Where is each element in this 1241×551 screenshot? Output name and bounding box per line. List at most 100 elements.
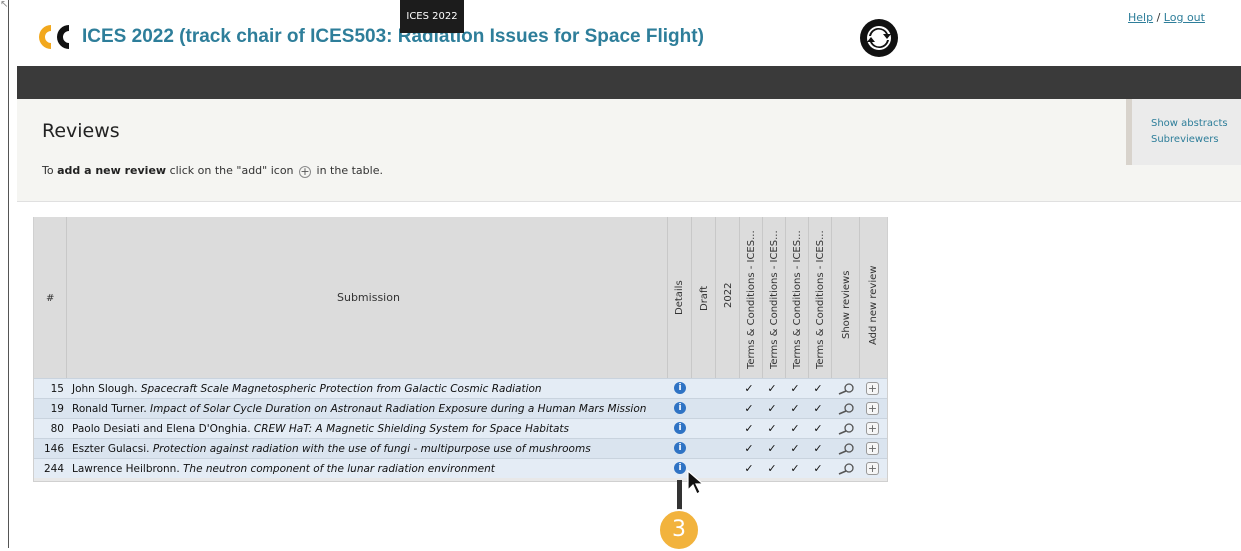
search-icon[interactable] [837,463,855,475]
search-icon[interactable] [837,383,855,395]
header-details: Details [668,217,692,378]
page-title: Reviews [42,120,120,142]
instructions: To add a new review click on the "add" i… [42,164,383,178]
check-icon: ✓ [744,442,754,455]
authors: Lawrence Heilbronn. [72,463,180,475]
check-icon: ✓ [767,422,777,435]
header-submission-label: Submission [337,291,400,304]
header-submission: Submission [67,217,668,378]
paper-title: Protection against radiation with the us… [152,443,591,455]
check-icon: ✓ [790,442,800,455]
header-num: # [34,217,67,378]
menu-events[interactable]: Events [222,0,267,33]
add-review-icon[interactable]: + [866,382,879,395]
header-add-new-review: Add new review [860,217,887,378]
header-add-new-review-label: Add new review [868,265,879,345]
top-links: Help / Log out [1128,11,1205,24]
menu-status[interactable]: Status [150,0,192,33]
search-icon[interactable] [837,423,855,435]
menu-submissions[interactable]: Submissions [19,0,89,33]
check-icon: ✓ [813,442,823,455]
annotation-line [677,480,682,510]
header-year: 2022 [716,217,740,378]
row-num: 80 [50,423,64,435]
mouse-cursor-icon [687,470,705,495]
menu-ices-2022[interactable]: ICES 2022 [400,0,464,33]
table-row: 244 Lawrence Heilbronn. The neutron comp… [34,458,887,478]
info-icon[interactable]: i [674,382,686,394]
header-terms-2-label: Terms & Conditions - ICES... [769,230,780,369]
submission-cell[interactable]: Ronald Turner. Impact of Solar Cycle Dur… [72,399,646,419]
logout-link[interactable]: Log out [1164,11,1205,24]
instr-post: in the table. [313,164,383,177]
instr-bold: add a new review [57,164,167,177]
instr-mid: click on the "add" icon [166,164,298,177]
paper-title: CREW HaT: A Magnetic Shielding System fo… [253,423,570,435]
paper-title: Impact of Solar Cycle Duration on Astron… [150,403,647,415]
main-menu-bar [17,66,1241,99]
search-icon[interactable] [837,443,855,455]
header-terms-1: Terms & Conditions - ICES... [740,217,763,378]
row-num: 19 [50,403,64,415]
header-draft-label: Draft [699,285,710,311]
check-icon: ✓ [813,422,823,435]
add-review-icon[interactable]: + [866,442,879,455]
check-icon: ✓ [767,442,777,455]
header-terms-4: Terms & Conditions - ICES... [809,217,832,378]
info-icon[interactable]: i [674,402,686,414]
submission-cell[interactable]: John Slough. Spacecraft Scale Magnetosph… [72,379,542,399]
submission-cell[interactable]: Eszter Gulacsi. Protection against radia… [72,439,591,459]
header-year-label: 2022 [723,282,734,308]
menu-reviews[interactable]: Reviews [93,0,145,33]
side-panel [1126,99,1241,165]
check-icon: ✓ [790,462,800,475]
authors: John Slough. [72,383,138,395]
menu-administration[interactable]: Administration [313,0,397,33]
show-abstracts-link[interactable]: Show abstracts [1151,118,1228,129]
submission-cell[interactable]: Paolo Desiati and Elena D'Onghia. CREW H… [72,419,569,439]
table-row: 19 Ronald Turner. Impact of Solar Cycle … [34,398,887,418]
check-icon: ✓ [790,402,800,415]
search-icon[interactable] [837,403,855,415]
check-icon: ✓ [744,462,754,475]
info-icon[interactable]: i [674,442,686,454]
menu-pc[interactable]: PC [196,0,218,33]
authors: Paolo Desiati and Elena D'Onghia. [72,423,251,435]
info-icon[interactable]: i [674,462,686,474]
submission-cell[interactable]: Lawrence Heilbronn. The neutron componen… [72,459,495,479]
menu-email[interactable]: Email [271,0,309,33]
table-row: 80 Paolo Desiati and Elena D'Onghia. CRE… [34,418,887,438]
step-badge: 3 [658,509,700,551]
check-icon: ✓ [790,382,800,395]
authors: Eszter Gulacsi. [72,443,150,455]
help-link[interactable]: Help [1128,11,1153,24]
check-icon: ✓ [744,382,754,395]
add-review-icon[interactable]: + [866,422,879,435]
header-terms-1-label: Terms & Conditions - ICES... [746,230,757,369]
check-icon: ✓ [767,382,777,395]
info-icon[interactable]: i [674,422,686,434]
check-icon: ✓ [767,462,777,475]
instr-pre: To [42,164,58,177]
table-row: 15 John Slough. Spacecraft Scale Magneto… [34,378,887,398]
conference-logo [860,19,898,57]
paper-title: Spacecraft Scale Magnetospheric Protecti… [140,383,542,395]
row-num: 15 [50,383,64,395]
header-details-label: Details [674,280,685,315]
row-num: 244 [43,463,64,475]
header-num-label: # [46,293,55,304]
check-icon: ✓ [744,402,754,415]
header-show-reviews-label: Show reviews [841,270,852,339]
check-icon: ✓ [813,382,823,395]
header-terms-4-label: Terms & Conditions - ICES... [815,230,826,369]
check-icon: ✓ [767,402,777,415]
add-review-icon[interactable]: + [866,462,879,475]
table-row: 146 Eszter Gulacsi. Protection against r… [34,438,887,458]
check-icon: ✓ [744,422,754,435]
add-icon: + [299,165,312,178]
header-draft: Draft [692,217,716,378]
subreviewers-link[interactable]: Subreviewers [1151,134,1219,145]
link-separator: / [1156,11,1161,24]
add-review-icon[interactable]: + [866,402,879,415]
row-num: 146 [43,443,64,455]
